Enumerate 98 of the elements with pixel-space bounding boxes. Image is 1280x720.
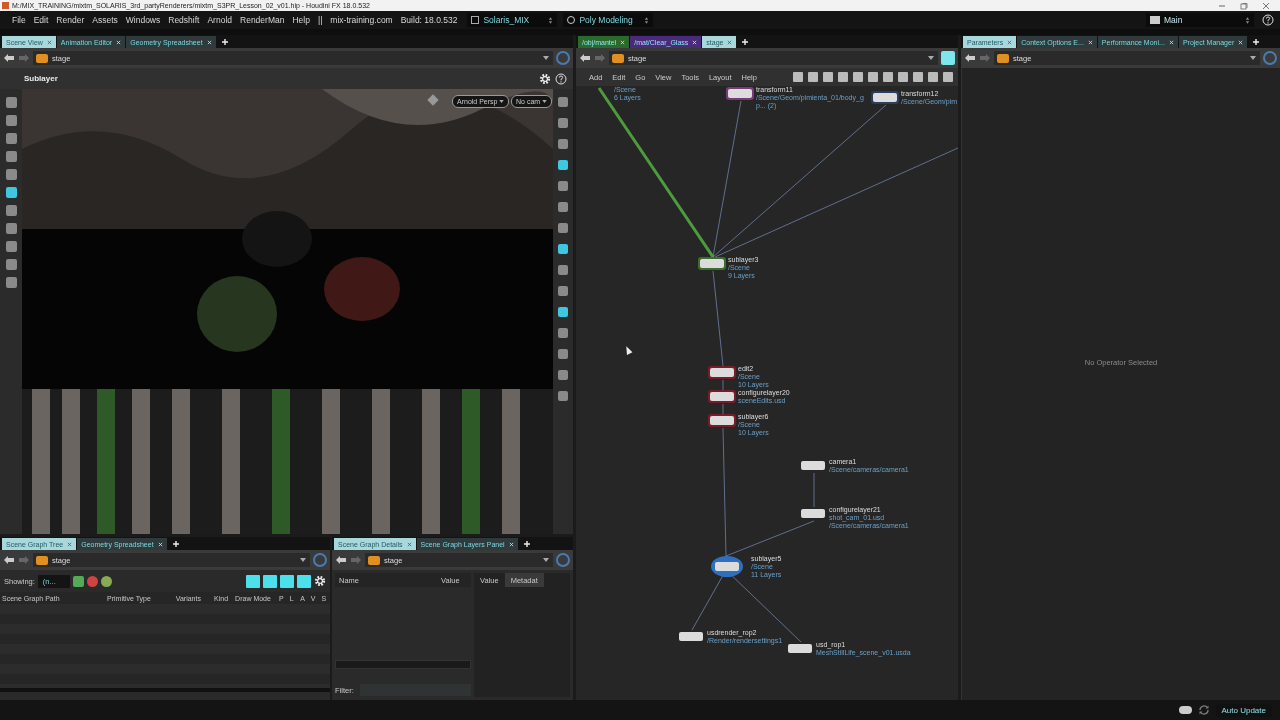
tool-icon[interactable] [5, 259, 17, 270]
back-icon[interactable] [964, 53, 976, 63]
pencil-icon[interactable] [427, 94, 439, 106]
tool-icon[interactable] [558, 307, 568, 317]
filter-icon[interactable] [86, 575, 98, 587]
wire [813, 472, 815, 508]
tool-icon[interactable] [5, 241, 17, 252]
tool-icon[interactable] [558, 244, 568, 254]
stage-icon [36, 555, 48, 565]
pin-icon[interactable] [556, 51, 570, 65]
tool-icon[interactable] [5, 115, 17, 126]
spinner-icon[interactable] [1245, 15, 1250, 25]
tool-icon[interactable] [5, 205, 17, 216]
tool-icon[interactable] [5, 133, 17, 144]
node[interactable] [708, 366, 736, 379]
toggle-icon[interactable] [263, 574, 277, 588]
help-icon[interactable] [1262, 14, 1274, 26]
caret-icon[interactable] [543, 558, 549, 562]
stage-icon [36, 53, 48, 63]
tool-icon[interactable] [5, 223, 17, 234]
node[interactable] [871, 91, 899, 104]
close-icon[interactable] [1262, 1, 1270, 10]
back-icon[interactable] [3, 555, 15, 565]
menu-item[interactable]: Edit [29, 15, 53, 25]
layout-icon [471, 16, 480, 24]
caret-icon[interactable] [542, 100, 548, 103]
node[interactable] [708, 414, 736, 427]
menu-item[interactable]: RenderMan [236, 15, 289, 25]
node[interactable] [786, 642, 814, 655]
node[interactable] [799, 507, 827, 520]
scrollbar[interactable] [335, 660, 471, 669]
pin-icon[interactable] [556, 553, 570, 567]
settings-icon[interactable] [314, 575, 326, 587]
settings-icon[interactable] [539, 72, 551, 85]
toggle-icon[interactable] [246, 574, 260, 588]
refresh-icon[interactable] [1197, 704, 1210, 716]
menu-item[interactable]: Arnold [203, 15, 236, 25]
spinner-icon[interactable] [548, 15, 554, 25]
tool-icon[interactable] [5, 151, 17, 162]
pin-icon[interactable] [1263, 51, 1277, 65]
node[interactable] [726, 87, 754, 100]
wire [722, 379, 724, 391]
menu-item[interactable]: Redshift [164, 15, 204, 25]
add-tab-icon[interactable] [220, 38, 229, 46]
node[interactable] [708, 390, 736, 403]
menu-text: mix-training.com [329, 15, 394, 25]
desktop-selector[interactable]: Solaris_MIX [467, 13, 558, 27]
restore-icon[interactable] [1240, 1, 1248, 10]
desktop-selector[interactable]: Poly Modeling [563, 13, 654, 27]
caret-icon[interactable] [928, 56, 934, 60]
caret-icon[interactable] [1250, 56, 1256, 60]
tool-icon[interactable] [5, 169, 17, 180]
menu-item[interactable]: Assets [88, 15, 122, 25]
close-icon[interactable] [406, 541, 412, 547]
close-icon[interactable] [1007, 39, 1013, 45]
node[interactable] [711, 556, 743, 577]
add-tab-icon[interactable] [1252, 38, 1261, 46]
clapper-icon [1150, 16, 1160, 24]
app-icon [2, 2, 9, 9]
caret-icon[interactable] [300, 558, 306, 562]
back-icon[interactable] [3, 53, 15, 63]
filter-icon[interactable] [100, 575, 112, 587]
stage-icon [612, 53, 624, 63]
toggle-icon[interactable] [280, 574, 294, 588]
stage-icon [997, 53, 1009, 63]
desktop-selector[interactable]: Main [1146, 13, 1254, 27]
node[interactable] [799, 459, 827, 472]
caret-icon[interactable] [499, 100, 505, 103]
menu-item[interactable]: Render [52, 15, 89, 25]
menu-item[interactable]: File [8, 15, 30, 25]
menu-text: || [316, 15, 324, 25]
tool-icon[interactable] [5, 277, 17, 288]
filter-icon[interactable] [72, 575, 84, 587]
tool-label: Sublayer [23, 74, 58, 83]
toggle-icon[interactable] [297, 574, 311, 588]
cloud-icon[interactable] [1178, 706, 1192, 714]
add-tab-icon[interactable] [522, 540, 531, 548]
stage-icon [368, 555, 380, 565]
add-tab-icon[interactable] [171, 540, 180, 548]
back-icon[interactable] [335, 555, 347, 565]
tool-icon[interactable] [558, 160, 568, 170]
tool-icon[interactable] [5, 97, 17, 108]
back-icon[interactable] [579, 53, 591, 63]
node[interactable] [677, 630, 705, 643]
menu-item[interactable]: Windows [121, 15, 165, 25]
tool-icon[interactable] [5, 187, 17, 198]
close-icon[interactable] [67, 541, 73, 547]
spinner-icon[interactable] [644, 15, 650, 25]
help-icon[interactable] [555, 72, 567, 85]
close-icon[interactable] [727, 39, 733, 45]
caret-icon[interactable] [543, 56, 549, 60]
pin-icon[interactable] [313, 553, 327, 567]
menu-text: Build: 18.0.532 [399, 15, 459, 25]
close-icon[interactable] [46, 39, 52, 45]
wire [722, 403, 724, 415]
add-tab-icon[interactable] [741, 38, 750, 46]
node[interactable] [698, 257, 726, 270]
menu-item[interactable]: Help [288, 15, 314, 25]
